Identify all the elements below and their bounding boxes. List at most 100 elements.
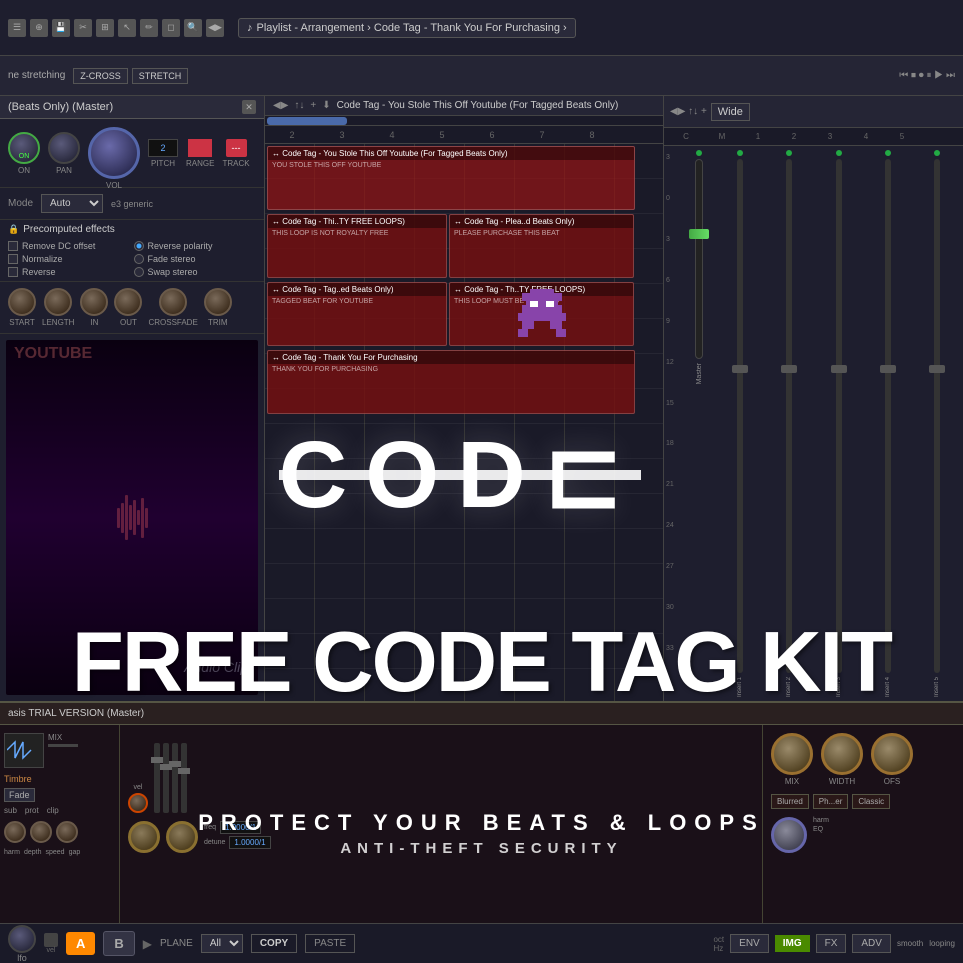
master-fader-knob (689, 229, 709, 239)
cursor-icon[interactable]: ↖ (118, 19, 136, 37)
effect-swap-stereo: Swap stereo (134, 267, 257, 277)
tube-text: YOUTUBE (14, 345, 92, 363)
timeline-num-2: 2 (267, 130, 317, 140)
out-knob[interactable] (114, 288, 142, 316)
remove-dc-checkbox[interactable] (8, 241, 18, 251)
new-icon[interactable]: ⊕ (30, 19, 48, 37)
reverse-polarity-label: Reverse polarity (148, 241, 213, 251)
paste-button[interactable]: PASTE (305, 934, 355, 953)
clip-grid: ↔ Code Tag - You Stole This Off Youtube … (265, 144, 663, 701)
start-knob[interactable] (8, 288, 36, 316)
lfo-knob[interactable] (8, 925, 36, 953)
zoom-icon[interactable]: 🔍 (184, 19, 202, 37)
clip-free-loops[interactable]: ↔ Code Tag - Thi..TY FREE LOOPS) THIS LO… (267, 214, 447, 278)
vol-knob[interactable]: VOL (88, 127, 140, 179)
vel-knob[interactable] (128, 793, 148, 813)
classic-btn[interactable]: Classic (852, 794, 890, 809)
mixer-num-2: 2 (776, 132, 812, 141)
menu-icon[interactable]: ☰ (8, 19, 26, 37)
insert-5-fader[interactable] (934, 159, 940, 673)
copy2-icon[interactable]: ⊞ (96, 19, 114, 37)
precomputed-section: 🔒 Precomputed effects Remove DC offset R… (0, 220, 264, 282)
stretch-control[interactable]: STRETCH (132, 68, 189, 84)
mixer-toolbar: ◀▶ ↑↓ + Wide (664, 96, 963, 128)
env-button[interactable]: ENV (730, 934, 769, 953)
clip-please-purchase[interactable]: ↔ Code Tag - Plea..d Beats Only) PLEASE … (449, 214, 634, 278)
cut-icon[interactable]: ✂ (74, 19, 92, 37)
timbre-label: Timbre (4, 772, 115, 786)
adv-button[interactable]: ADV (852, 934, 891, 953)
phaser-btn[interactable]: Ph...er (813, 794, 849, 809)
clip-tagged-beat[interactable]: ↔ Code Tag - Tag..ed Beats Only) TAGGED … (267, 282, 447, 346)
swap-stereo-radio[interactable] (134, 267, 144, 277)
insert-4-fader[interactable] (885, 159, 891, 673)
transport-a-button[interactable]: A (66, 932, 95, 955)
mode-select[interactable]: Auto None Stretch (41, 194, 103, 213)
audio-note-icon: ♪ (247, 22, 253, 34)
fader-1[interactable] (154, 743, 160, 813)
detune-value[interactable]: 1.0000/1 (229, 836, 270, 849)
master-fader-track[interactable] (695, 159, 703, 359)
eraser-icon[interactable]: ◻ (162, 19, 180, 37)
db-scale: 3036 9121518 21242730 3342 (666, 150, 682, 697)
save-icon[interactable]: 💾 (52, 19, 70, 37)
copy-button[interactable]: COPY (251, 934, 297, 953)
speed-label: speed (45, 849, 64, 856)
trim-knob[interactable] (204, 288, 232, 316)
img-button[interactable]: IMG (775, 935, 810, 952)
track-button[interactable]: --- (226, 139, 247, 157)
length-knob[interactable] (44, 288, 72, 316)
clip-you-stole[interactable]: ↔ Code Tag - You Stole This Off Youtube … (267, 146, 635, 210)
fader-4[interactable] (181, 743, 187, 813)
reverse-polarity-radio[interactable] (134, 241, 144, 251)
main-knob-1[interactable] (128, 821, 160, 853)
main-knob-2[interactable] (166, 821, 198, 853)
zcross-control[interactable]: Z-CROSS (73, 68, 128, 84)
playlist-title: Code Tag - You Stole This Off Youtube (F… (337, 100, 619, 111)
ofs-knob[interactable] (871, 733, 913, 775)
freq-value[interactable]: 1.0000/1 (220, 821, 261, 834)
width-large-knob[interactable] (821, 733, 863, 775)
clip-knob[interactable] (56, 821, 78, 843)
mix-large-knob[interactable] (771, 733, 813, 775)
on-knob[interactable]: ON (8, 132, 40, 164)
blurred-btn[interactable]: Blurred (771, 794, 809, 809)
transport-b-button[interactable]: B (103, 931, 134, 956)
clip-must-clear[interactable]: ↔ Code Tag - Th..TY FREE LOOPS) THIS LOO… (449, 282, 634, 346)
fx-button[interactable]: FX (816, 934, 847, 953)
fade-stereo-radio[interactable] (134, 254, 144, 264)
track-label: TRACK (222, 159, 249, 168)
clip-thank-you[interactable]: ↔ Code Tag - Thank You For Purchasing TH… (267, 350, 635, 414)
crossfade-knob-group: CROSSFADE (148, 288, 197, 327)
wave-display[interactable] (4, 733, 44, 768)
in-knob[interactable] (80, 288, 108, 316)
normalize-checkbox[interactable] (8, 254, 18, 264)
lfo-label: lfo (17, 953, 27, 963)
insert-3-fader[interactable] (836, 159, 842, 673)
pan-knob[interactable] (48, 132, 80, 164)
wide-label[interactable]: Wide (711, 103, 750, 121)
playlist-scroll[interactable] (265, 116, 663, 126)
insert-2-fader[interactable] (786, 159, 792, 673)
all-select[interactable]: All (201, 934, 243, 953)
close-panel-button[interactable]: ✕ (242, 100, 256, 114)
pitch-display[interactable]: 2 (148, 139, 178, 157)
pencil-icon[interactable]: ✏ (140, 19, 158, 37)
fader-3[interactable] (172, 743, 178, 813)
fader-2[interactable] (163, 743, 169, 813)
speaker-icon[interactable]: ◀▶ (206, 19, 224, 37)
sub-knob[interactable] (4, 821, 26, 843)
timeline-num-6: 6 (467, 130, 517, 140)
reverse-checkbox[interactable] (8, 267, 18, 277)
crossfade-knob[interactable] (159, 288, 187, 316)
fade-label[interactable]: Fade (4, 788, 35, 802)
vel-label: vel (134, 784, 143, 791)
prot-knob[interactable] (30, 821, 52, 843)
panel-title-bar: (Beats Only) (Master) ✕ (0, 96, 264, 119)
mix-right-knob[interactable] (771, 817, 807, 853)
range-display[interactable] (188, 139, 212, 157)
play-icon[interactable]: ▶ (143, 937, 152, 951)
mixer-num-5: 5 (884, 132, 920, 141)
insert-5-channel: Insert 5 (914, 150, 961, 697)
insert-1-fader[interactable] (737, 159, 743, 673)
